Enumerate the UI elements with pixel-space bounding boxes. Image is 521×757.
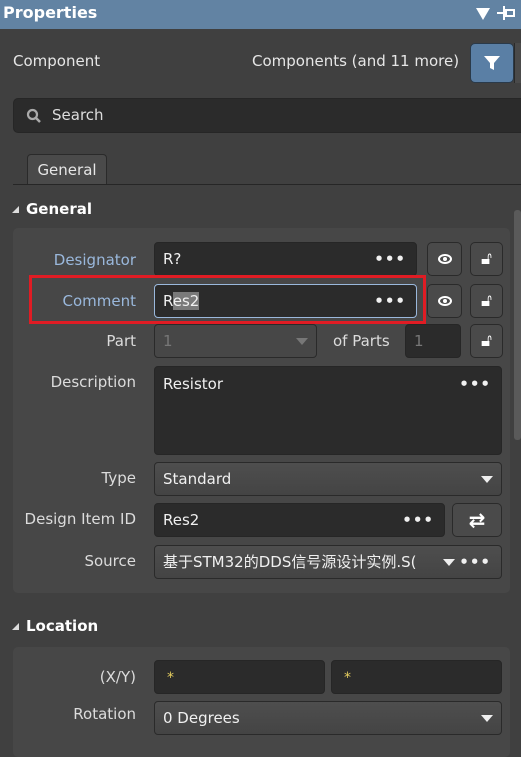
x-value: * [167,670,174,686]
more-button[interactable]: ••• [374,285,406,317]
type-select[interactable]: Standard [154,462,502,496]
part-value: 1 [163,332,173,350]
designator-value: R? [163,250,182,268]
description-label: Description [50,373,136,391]
source-select[interactable]: 基于STM32的DDS信号源设计实例.S( ••• [154,545,502,579]
dropdown-menu-icon[interactable] [476,8,490,20]
unlock-icon: 🔓︎ [480,291,493,311]
search-icon [26,108,41,123]
more-button[interactable]: ••• [459,546,491,578]
xy-label: (X/Y) [99,668,136,686]
pin-icon[interactable] [497,6,515,20]
description-textarea[interactable]: Resistor ••• [154,366,502,455]
chevron-down-icon [481,476,493,483]
eye-icon [437,296,452,306]
tab-divider [13,184,521,185]
swap-arrows-icon: ⇄ [468,508,486,532]
part-label: Part [106,332,136,350]
part-select[interactable]: 1 [154,324,317,358]
comment-selected-text: es2 [172,292,200,310]
unlock-icon: 🔓︎ [480,249,493,269]
design-item-id-value: Res2 [163,511,200,529]
source-label: Source [84,552,136,570]
type-label: Type [101,469,136,487]
designator-label: Designator [53,251,136,269]
more-button[interactable]: ••• [402,504,434,536]
comment-input[interactable]: Res2 ••• [154,284,417,318]
y-input[interactable]: * [331,660,502,694]
comment-lock-button[interactable]: 🔓︎ [470,284,503,318]
of-parts-label: of Parts [333,332,390,350]
section-title: General [26,200,92,218]
comment-visibility-button[interactable] [427,284,462,318]
tab-label: General [37,161,97,179]
section-title: Location [26,617,99,635]
tab-general[interactable]: General [27,154,107,185]
scrollbar-thumb[interactable] [514,210,521,440]
search-placeholder: Search [52,106,104,124]
designator-lock-button[interactable]: 🔓︎ [470,242,503,276]
filter-button[interactable] [470,43,514,83]
object-kind-label: Component [13,52,101,70]
panel-title: Properties [3,3,98,22]
eye-icon [437,254,452,264]
chevron-down-icon [443,559,455,566]
selection-filter-text: Components (and 11 more) [252,52,460,70]
part-lock-button[interactable]: 🔓︎ [470,324,503,358]
rotation-select[interactable]: 0 Degrees [154,701,502,735]
designator-input[interactable]: R? ••• [154,242,417,276]
section-general-header[interactable]: General [12,200,92,218]
type-value: Standard [163,470,232,488]
swap-button[interactable]: ⇄ [452,503,502,537]
section-location-header[interactable]: Location [12,617,98,635]
more-button[interactable]: ••• [459,367,491,401]
designator-visibility-button[interactable] [427,242,462,276]
rotation-value: 0 Degrees [163,709,240,727]
comment-value: R [163,292,173,310]
filter-icon [484,56,500,70]
chevron-down-icon [481,715,493,722]
source-value: 基于STM32的DDS信号源设计实例.S( [163,553,417,571]
chevron-down-icon [296,338,308,345]
unlock-icon: 🔓︎ [480,331,493,351]
collapse-triangle-icon [12,206,19,213]
design-item-id-label: Design Item ID [24,510,136,528]
design-item-id-input[interactable]: Res2 ••• [154,503,445,537]
collapse-triangle-icon [12,623,19,630]
of-parts-input[interactable]: 1 [405,324,461,358]
more-button[interactable]: ••• [374,243,406,275]
search-input[interactable]: Search [13,98,521,133]
rotation-label: Rotation [73,705,136,723]
comment-label: Comment [62,292,137,310]
x-input[interactable]: * [154,660,325,694]
y-value: * [344,670,351,686]
filter-dropdown-button[interactable] [514,43,521,83]
description-value: Resistor [163,375,223,393]
